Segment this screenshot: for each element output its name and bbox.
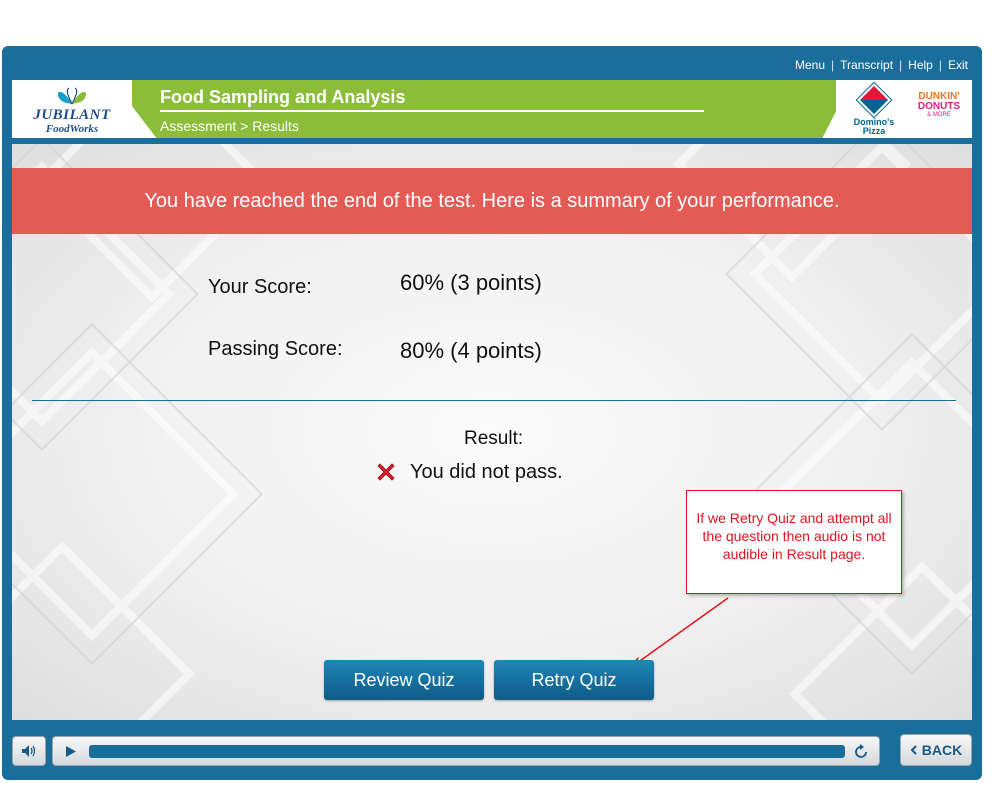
results-divider [32,400,956,401]
chevron-left-icon [910,745,917,755]
passing-score-value: 80% (4 points) [400,338,542,363]
speaker-icon [22,745,36,757]
dominos-text-line2: Pizza [862,126,886,136]
result-row: You did not pass. [374,460,563,484]
dunkin-text-line3: & MORE [927,112,951,118]
brand-logos: Domino's Pizza DUNKIN' DONUTS & MORE [836,80,972,138]
help-link[interactable]: Help [908,58,933,72]
audio-button[interactable] [12,736,46,766]
dunkin-logo: DUNKIN' DONUTS & MORE [908,92,970,122]
title-underline [160,110,704,112]
player-controls: BACK [12,730,972,772]
logo-text-foodworks: FoodWorks [45,122,99,135]
nav-separator: | [938,58,942,72]
seek-bar-fill [89,745,845,758]
seek-bar[interactable] [89,745,845,758]
review-quiz-button[interactable]: Review Quiz [324,660,484,700]
play-icon[interactable] [65,745,77,758]
course-header: JUBILANT FoodWorks Food Sampling and Ana… [12,80,972,138]
top-nav: Menu | Transcript | Help | Exit [795,58,968,72]
results-banner: You have reached the end of the test. He… [12,168,972,234]
transcript-link[interactable]: Transcript [840,58,893,72]
your-score-value: 60% (3 points) [400,270,542,295]
logo-text-jubilant: JUBILANT [33,106,111,123]
x-mark-icon [377,463,395,481]
back-button[interactable]: BACK [900,734,972,766]
nav-separator: | [831,58,835,72]
exit-link[interactable]: Exit [948,58,968,72]
retry-quiz-button[interactable]: Retry Quiz [494,660,654,700]
butterfly-icon [57,87,87,104]
annotation-callout: If we Retry Quiz and attempt all the que… [686,490,902,594]
replay-icon[interactable] [853,744,869,760]
menu-link[interactable]: Menu [795,58,825,72]
dominos-text: Domino's Pizza [854,118,895,136]
back-button-label: BACK [921,742,963,758]
jubilant-logo: JUBILANT FoodWorks [12,80,132,138]
dunkin-text-line2: DONUTS [917,101,961,112]
your-score-label: Your Score: [208,276,312,298]
course-title: Food Sampling and Analysis [160,87,406,107]
course-player: Menu | Transcript | Help | Exit JUBILANT… [2,46,982,780]
slide-content: You have reached the end of the test. He… [12,144,972,720]
passing-score-label: Passing Score: [208,338,343,360]
result-label: Result: [464,428,524,449]
dominos-logo: Domino's Pizza [848,83,900,136]
breadcrumb: Assessment > Results [160,118,299,134]
nav-separator: | [899,58,903,72]
result-text: You did not pass. [410,460,563,483]
seek-bar-container [52,736,880,766]
dominos-tile-icon [857,83,891,117]
banner-text: You have reached the end of the test. He… [144,189,840,212]
